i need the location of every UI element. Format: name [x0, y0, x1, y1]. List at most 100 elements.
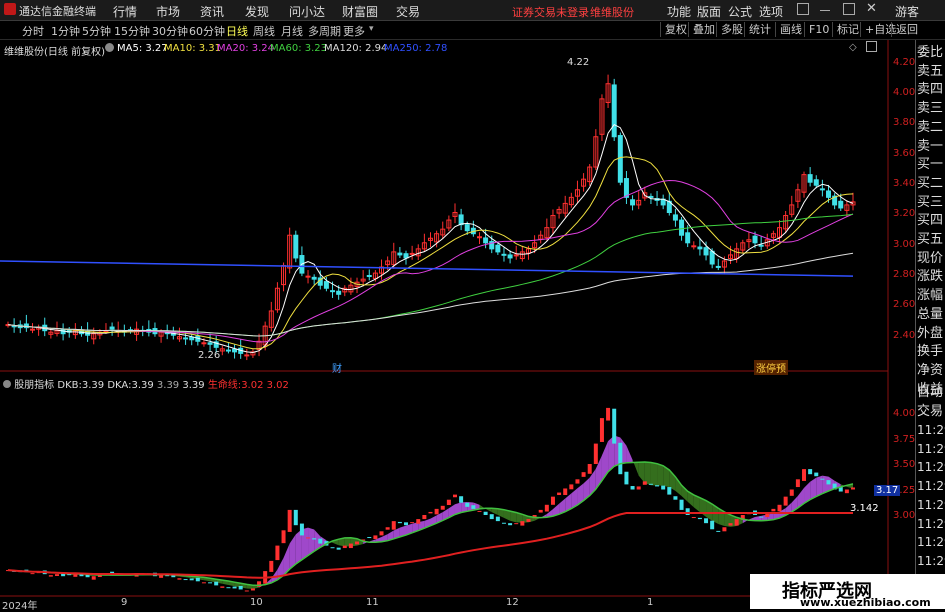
candle-body	[30, 329, 34, 330]
ind-candle	[796, 479, 800, 487]
ind-candle	[808, 469, 812, 474]
axis-tick-320: 3.20	[893, 208, 915, 219]
quote-sell4: 卖四	[917, 81, 945, 100]
ind-candle	[490, 514, 494, 519]
ind-candle	[337, 548, 341, 550]
side-trade-panel[interactable]: 自动 交易	[917, 384, 945, 421]
candle-body	[324, 282, 328, 289]
ind-candle	[220, 586, 224, 587]
quote-buy4: 买四	[917, 212, 945, 231]
candle-body	[312, 277, 316, 279]
ind-candle	[643, 481, 647, 484]
dka-value: 3.39	[131, 380, 153, 391]
ind-candle	[435, 509, 439, 515]
ind-candle	[239, 586, 243, 589]
dk-band-segment	[626, 446, 632, 463]
candle-body	[814, 180, 818, 185]
ind-candle	[55, 574, 59, 576]
candle-body	[631, 200, 635, 205]
auto-trade-label[interactable]: 自动	[917, 384, 945, 403]
ind-candle	[453, 495, 457, 498]
quote-buy2: 买二	[917, 175, 945, 194]
ind-candle	[729, 523, 733, 525]
quote-volume: 总量	[917, 306, 945, 325]
ind-candle	[184, 579, 188, 580]
ind-value-3: 3.39	[157, 380, 179, 391]
high-price-mark: 4.22	[567, 57, 589, 68]
quote-pct: 涨幅	[917, 287, 945, 306]
ind-candle	[496, 517, 500, 521]
ind-candle	[306, 537, 310, 538]
quote-weibi: 委比	[917, 44, 945, 63]
ind-candle	[588, 464, 592, 474]
candle-body	[245, 355, 249, 356]
candle-body	[624, 179, 628, 198]
ind-candle	[716, 531, 720, 532]
axis-tick-400: 4.00	[893, 87, 915, 98]
ind-candle	[704, 518, 708, 523]
ind-candle	[698, 518, 702, 519]
ma10-line	[8, 157, 853, 349]
event-cai[interactable]: 财	[332, 360, 342, 375]
quote-price: 现价	[917, 250, 945, 269]
candle-body	[692, 246, 696, 247]
ind-candle	[441, 506, 445, 510]
ind-candle	[459, 496, 463, 503]
candle-body	[398, 253, 402, 255]
candle-body	[753, 236, 757, 243]
life-value-2: 3.02	[267, 380, 289, 391]
ind-candle	[759, 517, 763, 518]
ind-candle	[398, 522, 402, 523]
dk-band-segment	[657, 464, 663, 486]
ind-candle	[514, 523, 518, 524]
ind-candle	[606, 408, 610, 421]
ind-candle	[802, 469, 806, 481]
ind-candle	[202, 582, 206, 583]
ind-candle	[392, 521, 396, 530]
ind-candle	[594, 444, 598, 464]
ind-candle	[275, 546, 279, 560]
ind-candle	[539, 510, 543, 513]
ind-candle	[827, 480, 831, 484]
candle-body	[514, 255, 518, 256]
watermark: 指标严选网 www.xuezhibiao.com	[750, 574, 945, 609]
axis-tick-300: 3.00	[893, 239, 915, 250]
ind-axis-350: 3.50	[893, 459, 915, 470]
event-limit-up[interactable]: 涨停预	[754, 360, 788, 375]
auto-trade-label-2[interactable]: 交易	[917, 403, 945, 422]
ind-candle	[845, 490, 849, 494]
ind-axis-375: 3.75	[893, 434, 915, 445]
quote-buy3: 买三	[917, 194, 945, 213]
ind-candle	[355, 542, 359, 545]
candle-body	[827, 191, 831, 197]
ind-candle	[545, 505, 549, 512]
ind-axis-400: 4.00	[893, 408, 915, 419]
quote-buy5: 买五	[917, 231, 945, 250]
date-12: 12	[506, 597, 519, 608]
ind-candle	[784, 497, 788, 506]
ind-candle	[557, 493, 561, 495]
settings-icon[interactable]	[3, 380, 11, 388]
ind-life-tag: 3.142	[850, 503, 879, 514]
ind-candle	[269, 561, 273, 572]
candle-body	[110, 327, 114, 329]
candle-body	[716, 266, 720, 267]
ind-candle	[288, 510, 292, 532]
candle-body	[673, 215, 677, 220]
quote-sell1: 卖一	[917, 138, 945, 157]
axis-tick-340: 3.40	[893, 178, 915, 189]
candle-body	[226, 350, 230, 351]
ind-candle	[429, 512, 433, 513]
quote-change: 涨跌	[917, 268, 945, 287]
quote-sell5: 卖五	[917, 63, 945, 82]
candle-body	[331, 291, 335, 292]
date-10: 10	[250, 597, 263, 608]
candle-body	[759, 245, 763, 246]
ind-candle	[190, 578, 194, 580]
ind-candle	[569, 484, 573, 489]
ind-candle	[612, 409, 616, 444]
ind-candle	[790, 490, 794, 496]
ind-candle	[404, 522, 408, 525]
ind-candle	[318, 539, 322, 544]
candle-body	[306, 276, 310, 277]
